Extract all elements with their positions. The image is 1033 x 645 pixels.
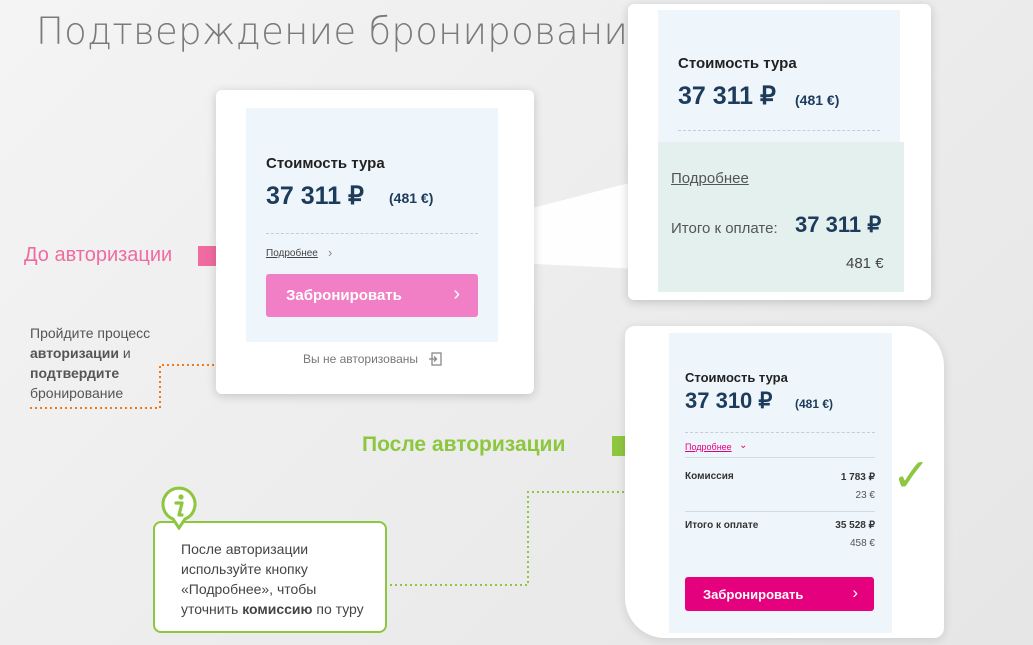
commission-rub: 1 783 ₽	[840, 472, 875, 483]
cost-label: Стоимость тура	[685, 370, 788, 385]
price-panel: Стоимость тура 37 310 ₽ (481 €) Подробне…	[669, 333, 892, 633]
note-line: авторизации и	[30, 345, 131, 361]
divider	[678, 130, 880, 131]
tip-line: «Подробнее», чтобы	[181, 581, 317, 597]
chevron-right-icon: ›	[328, 245, 333, 260]
booking-card-before: Стоимость тура 37 311 ₽ (481 €) Подробне…	[216, 90, 534, 394]
chevron-right-icon: ›	[852, 583, 858, 602]
note-line: Пройдите процесс	[30, 325, 151, 341]
total-rub: 35 528 ₽	[835, 520, 875, 531]
tip-line: уточнить комиссию по туру	[181, 601, 364, 617]
note-line: подтвердите	[30, 365, 120, 381]
tip-line: После авторизации	[181, 541, 309, 557]
tip-text: После авторизации используйте кнопку «По…	[181, 539, 364, 619]
price-panel: Стоимость тура 37 311 ₽ (481 €) Подробне…	[246, 108, 498, 342]
divider	[685, 432, 875, 433]
total-price-rub: 37 311 ₽	[795, 212, 882, 237]
price-rub: 37 310 ₽	[685, 388, 773, 413]
sign-in-icon[interactable]	[428, 352, 442, 366]
details-link[interactable]: Подробнее	[266, 248, 318, 259]
auth-note: Пройдите процесс авторизации и подтверди…	[30, 323, 170, 403]
chevron-down-icon: ⌄	[739, 440, 748, 451]
total-label: Итого к оплате:	[671, 220, 778, 237]
divider	[685, 511, 875, 512]
checkmark-icon: ✓	[892, 449, 931, 501]
details-link[interactable]: Подробнее	[685, 442, 732, 452]
divider	[685, 457, 875, 458]
price-rub: 37 311 ₽	[266, 182, 364, 210]
zoom-details-panel: Подробнее Итого к оплате: 37 311 ₽ 481 €	[658, 142, 904, 292]
total-price-eur: 481 €	[846, 255, 884, 272]
not-authorized-text: Вы не авторизованы	[303, 352, 419, 366]
total-eur: 458 €	[849, 538, 875, 549]
info-icon	[161, 486, 197, 530]
zoom-price-panel: Стоимость тура 37 311 ₽ (481 €)	[658, 10, 900, 142]
note-line: бронирование	[30, 385, 124, 401]
after-auth-label: После авторизации	[362, 433, 566, 456]
tip-line: используйте кнопку	[181, 561, 308, 577]
price-eur: (481 €)	[795, 92, 840, 108]
cost-label: Стоимость тура	[678, 55, 797, 72]
price-eur: (481 €)	[389, 190, 434, 206]
commission-label: Комиссия	[685, 471, 734, 482]
zoom-card: Стоимость тура 37 311 ₽ (481 €) Подробне…	[628, 4, 931, 300]
price-rub: 37 311 ₽	[678, 82, 776, 110]
chevron-right-icon: ›	[453, 283, 460, 305]
cost-label: Стоимость тура	[266, 155, 385, 172]
details-link[interactable]: Подробнее	[671, 170, 749, 187]
before-auth-label: До авторизации	[24, 244, 173, 266]
divider	[266, 233, 478, 234]
tip-bubble: После авторизации используйте кнопку «По…	[153, 521, 387, 633]
total-label: Итого к оплате	[685, 520, 759, 531]
book-button[interactable]: Забронировать ›	[685, 577, 874, 611]
price-eur: (481 €)	[795, 397, 834, 411]
book-button[interactable]: Забронировать ›	[266, 274, 478, 317]
commission-eur: 23 €	[855, 490, 875, 501]
